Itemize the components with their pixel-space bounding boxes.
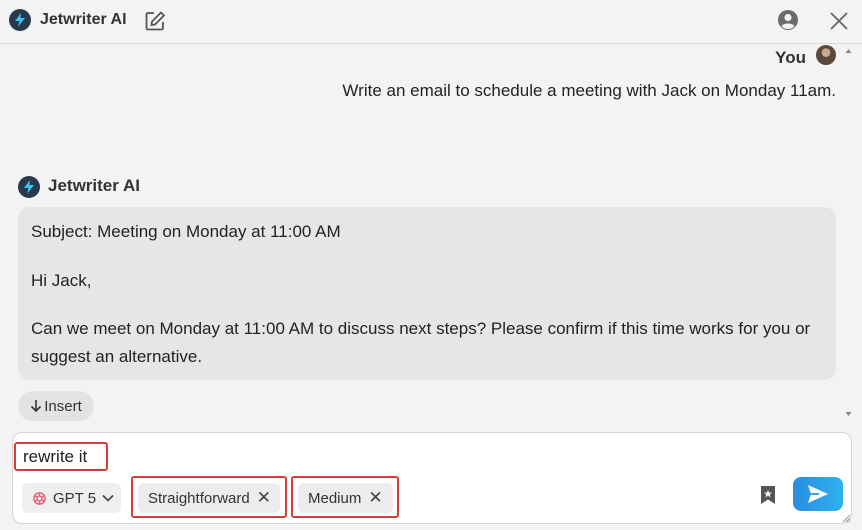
chevron-down-icon	[102, 494, 114, 502]
insert-button[interactable]: Insert	[18, 391, 94, 421]
header-bar: Jetwriter AI	[0, 0, 862, 44]
composer: rewrite it GPT 5 Straightforward ✕ Mediu…	[12, 432, 852, 524]
ai-response-greeting: Hi Jack,	[31, 271, 92, 290]
user-name: You	[775, 48, 806, 67]
app-title: Jetwriter AI	[40, 11, 127, 28]
ai-response-subject: Subject: Meeting on Monday at 11:00 AM	[31, 222, 341, 241]
input-highlight	[14, 442, 108, 471]
chat-area: You Write an email to schedule a meeting…	[0, 45, 850, 425]
ai-name: Jetwriter AI	[48, 176, 140, 195]
close-icon[interactable]	[829, 11, 849, 36]
tone-chip-highlight	[131, 476, 287, 518]
send-icon	[808, 485, 828, 503]
ai-logo-icon	[18, 176, 40, 198]
openai-icon	[33, 491, 46, 505]
resize-handle-icon[interactable]	[842, 510, 851, 528]
ai-response-bubble: Subject: Meeting on Monday at 11:00 AM H…	[18, 207, 836, 380]
model-selector[interactable]: GPT 5	[22, 483, 121, 513]
account-icon[interactable]	[777, 9, 799, 36]
length-chip-highlight	[291, 476, 399, 518]
chat-scrollbar[interactable]	[842, 45, 856, 420]
insert-label: Insert	[44, 397, 82, 415]
user-message: Write an email to schedule a meeting wit…	[342, 81, 836, 100]
edit-icon[interactable]	[144, 10, 166, 37]
app-logo-icon	[9, 9, 31, 31]
send-button[interactable]	[793, 477, 843, 511]
arrow-down-icon	[31, 400, 42, 413]
ai-response-body: Can we meet on Monday at 11:00 AM to dis…	[31, 319, 811, 366]
model-label: GPT 5	[53, 489, 97, 507]
bookmark-icon[interactable]	[759, 485, 777, 510]
user-avatar	[816, 45, 836, 65]
